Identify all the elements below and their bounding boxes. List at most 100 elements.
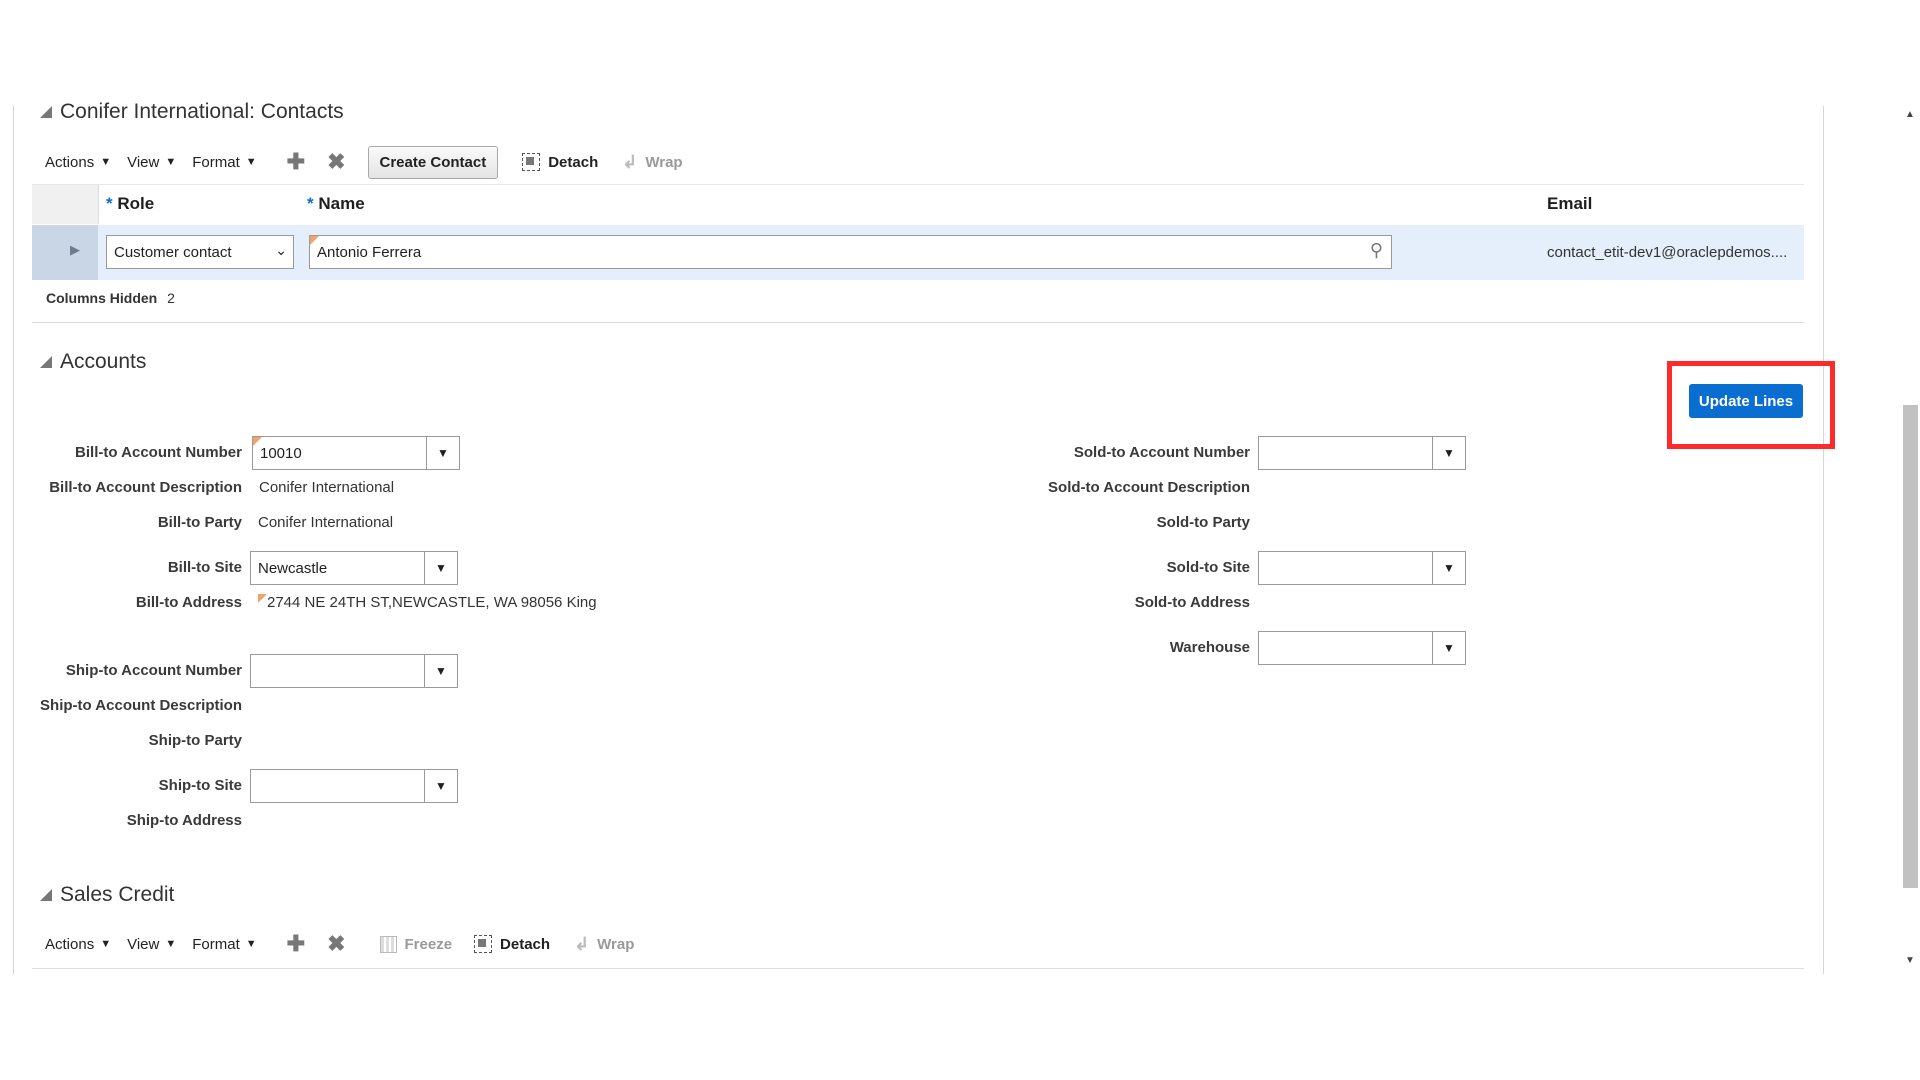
row-expander[interactable]: ▶ <box>32 225 98 280</box>
wrap-button[interactable]: ↲ Wrap <box>574 934 634 955</box>
bill-to-address-value: 2744 NE 24TH ST,NEWCASTLE, WA 98056 King <box>258 594 597 611</box>
bill-to-address-text: 2744 NE 24TH ST,NEWCASTLE, WA 98056 King <box>267 594 597 611</box>
contact-name-value: Antonio Ferrera <box>317 243 422 261</box>
required-field-flag <box>310 236 319 245</box>
format-menu[interactable]: Format ▼ <box>192 154 256 171</box>
detach-label: Detach <box>548 153 599 171</box>
actions-menu-label: Actions <box>45 935 95 953</box>
scroll-up-icon[interactable]: ▲ <box>1905 109 1915 120</box>
required-field-flag <box>258 594 267 603</box>
warehouse-field[interactable]: ▼ <box>1258 631 1466 665</box>
role-select[interactable]: Customer contact ⌄ <box>106 235 294 269</box>
role-column-header[interactable]: * Role <box>106 194 154 214</box>
create-contact-button[interactable]: Create Contact <box>367 145 499 179</box>
required-marker: * <box>307 194 314 213</box>
wrap-label: Wrap <box>645 153 683 171</box>
scroll-down-icon[interactable]: ▼ <box>1905 955 1915 966</box>
actions-menu[interactable]: Actions ▼ <box>45 936 111 953</box>
email-column-header[interactable]: Email <box>1547 194 1592 214</box>
ship-to-site-value[interactable] <box>251 770 424 802</box>
bill-to-account-description-label: Bill-to Account Description <box>49 479 242 496</box>
scrollbar-thumb[interactable] <box>1903 405 1918 888</box>
bill-to-account-description-value: Conifer International <box>259 479 395 496</box>
sales-credit-section-header[interactable]: Sales Credit <box>40 883 174 907</box>
dropdown-caret-icon: ▼ <box>165 938 177 950</box>
dropdown-arrow-icon[interactable]: ▼ <box>424 552 457 584</box>
ship-to-party-label: Ship-to Party <box>148 732 242 749</box>
sold-to-site-value[interactable] <box>1259 552 1432 584</box>
sold-to-site-field[interactable]: ▼ <box>1258 551 1466 585</box>
required-field-flag <box>253 437 262 446</box>
collapse-triangle-icon[interactable] <box>40 106 52 118</box>
ship-to-site-field[interactable]: ▼ <box>250 769 458 803</box>
actions-menu[interactable]: Actions ▼ <box>45 154 111 171</box>
ship-to-account-number-value[interactable] <box>251 655 424 687</box>
chevron-down-icon: ⌄ <box>275 242 287 258</box>
update-lines-button[interactable]: Update Lines <box>1689 384 1803 418</box>
wrap-label: Wrap <box>597 935 635 953</box>
section-divider <box>32 968 1804 969</box>
sold-to-account-number-label: Sold-to Account Number <box>1073 444 1250 461</box>
detach-label: Detach <box>500 935 551 953</box>
view-menu[interactable]: View ▼ <box>127 154 176 171</box>
dropdown-caret-icon: ▼ <box>100 156 112 168</box>
contacts-table-header: * Role * Name Email <box>32 184 1804 226</box>
role-select-value: Customer contact <box>114 243 232 261</box>
detach-icon <box>522 153 541 171</box>
dropdown-caret-icon: ▼ <box>100 938 112 950</box>
wrap-icon: ↲ <box>574 933 590 954</box>
bill-to-site-field[interactable]: Newcastle ▼ <box>250 551 458 585</box>
required-marker: * <box>106 194 113 213</box>
add-icon[interactable]: ✚ <box>287 149 305 175</box>
dropdown-arrow-icon[interactable]: ▼ <box>424 655 457 687</box>
collapse-triangle-icon[interactable] <box>40 356 52 368</box>
sold-to-account-number-field[interactable]: ▼ <box>1258 436 1466 470</box>
collapse-triangle-icon[interactable] <box>40 889 52 901</box>
ship-to-account-description-label: Ship-to Account Description <box>40 697 242 714</box>
sales-credit-section-title: Sales Credit <box>60 883 175 906</box>
sold-to-account-number-value[interactable] <box>1259 437 1432 469</box>
contact-name-input[interactable]: Antonio Ferrera ⚲ <box>309 235 1392 269</box>
format-menu-label: Format <box>192 935 240 953</box>
detach-icon <box>474 935 493 953</box>
dropdown-arrow-icon[interactable]: ▼ <box>426 437 459 469</box>
sold-to-party-label: Sold-to Party <box>1156 514 1250 531</box>
bill-to-party-value: Conifer International <box>258 514 394 531</box>
bill-to-party-label: Bill-to Party <box>157 514 242 531</box>
name-column-label: Name <box>318 194 365 213</box>
dropdown-arrow-icon[interactable]: ▼ <box>1432 437 1465 469</box>
sold-to-site-label: Sold-to Site <box>1166 559 1250 576</box>
wrap-button[interactable]: ↲ Wrap <box>622 152 682 173</box>
view-menu[interactable]: View ▼ <box>127 936 176 953</box>
dropdown-arrow-icon[interactable]: ▼ <box>1432 632 1465 664</box>
columns-hidden-label: Columns Hidden <box>46 290 158 306</box>
accounts-section-title: Accounts <box>60 350 147 373</box>
contacts-toolbar: Actions ▼ View ▼ Format ▼ ✚ ✖ Create Contac… <box>45 145 683 179</box>
contacts-section-header[interactable]: Conifer International: Contacts <box>40 100 344 124</box>
warehouse-value[interactable] <box>1259 632 1432 664</box>
delete-icon[interactable]: ✖ <box>327 931 345 957</box>
search-icon[interactable]: ⚲ <box>1370 240 1383 261</box>
detach-button[interactable]: Detach <box>522 153 598 171</box>
columns-hidden-count: 2 <box>167 290 175 306</box>
accounts-section-header[interactable]: Accounts <box>40 350 146 374</box>
format-menu-label: Format <box>192 153 240 171</box>
section-divider <box>32 322 1804 323</box>
delete-icon[interactable]: ✖ <box>327 149 345 175</box>
dropdown-arrow-icon[interactable]: ▼ <box>424 770 457 802</box>
add-icon[interactable]: ✚ <box>287 931 305 957</box>
detach-button[interactable]: Detach <box>474 935 550 953</box>
bill-to-account-number-field[interactable]: 10010 ▼ <box>252 436 460 470</box>
ship-to-account-number-field[interactable]: ▼ <box>250 654 458 688</box>
expand-row-icon[interactable]: ▶ <box>70 242 80 258</box>
name-column-header[interactable]: * Name <box>307 194 365 214</box>
bill-to-site-value[interactable]: Newcastle <box>251 552 424 584</box>
ship-to-address-label: Ship-to Address <box>126 812 242 829</box>
dropdown-arrow-icon[interactable]: ▼ <box>1432 552 1465 584</box>
bill-to-account-number-value[interactable]: 10010 <box>253 437 426 469</box>
actions-menu-label: Actions <box>45 153 95 171</box>
freeze-button[interactable]: Freeze <box>379 935 452 953</box>
format-menu[interactable]: Format ▼ <box>192 936 256 953</box>
role-column-label: Role <box>117 194 155 213</box>
contact-email: contact_etit-dev1@oraclepdemos.... <box>1547 244 1788 261</box>
